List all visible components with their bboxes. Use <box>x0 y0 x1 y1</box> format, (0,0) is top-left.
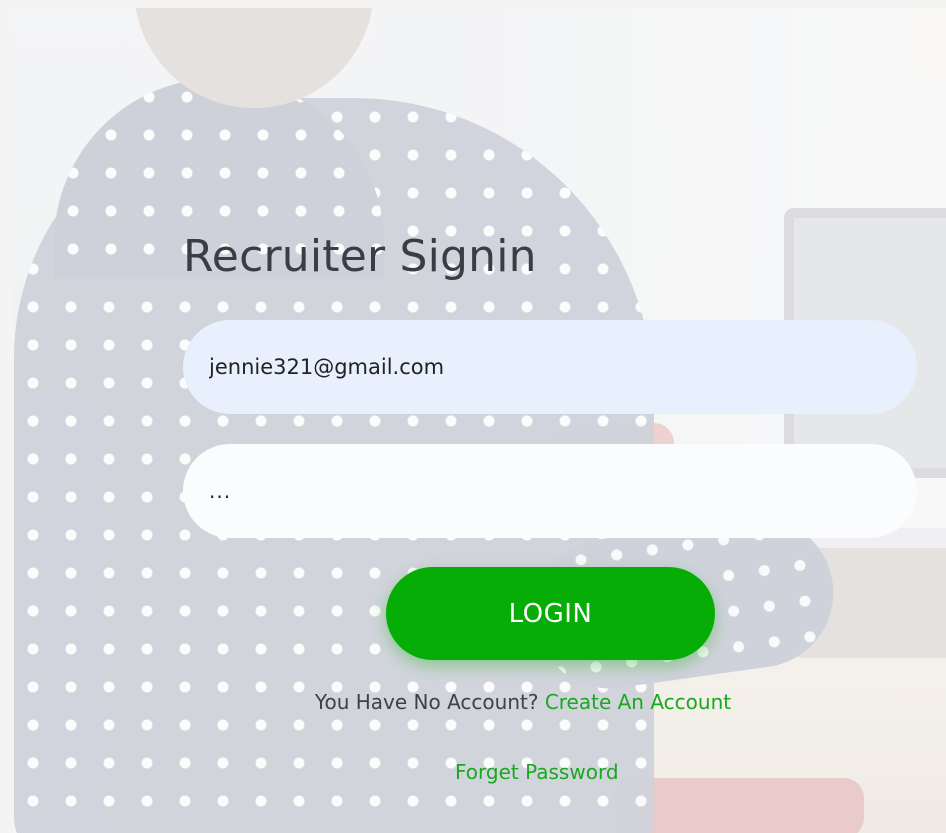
forget-password-link[interactable]: Forget Password <box>455 760 619 784</box>
password-field[interactable] <box>183 444 917 538</box>
no-account-row: You Have No Account? Create An Account <box>0 690 946 714</box>
frame-top-strip <box>0 0 946 8</box>
page-title: Recruiter Signin <box>183 231 537 282</box>
email-field[interactable] <box>183 320 917 414</box>
create-account-link[interactable]: Create An Account <box>545 690 731 714</box>
signin-page: Recruiter Signin LOGIN You Have No Accou… <box>0 0 946 833</box>
login-button[interactable]: LOGIN <box>386 567 715 660</box>
no-account-text: You Have No Account? <box>314 690 539 714</box>
